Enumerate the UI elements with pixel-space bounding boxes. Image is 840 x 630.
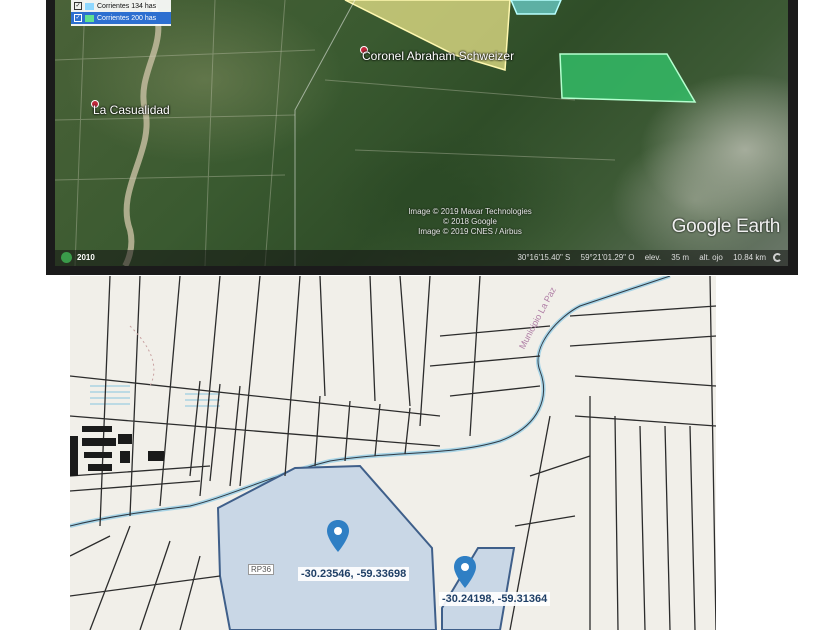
- eye-alt-readout: 10.84 km: [733, 253, 766, 262]
- latitude-readout: 30°16'15.40" S: [517, 253, 571, 262]
- urban-blocks: [70, 426, 164, 476]
- historical-imagery-icon[interactable]: [61, 252, 72, 263]
- place-label-casualidad[interactable]: La Casualidad: [93, 103, 170, 117]
- imagery-credits: Image © 2019 Maxar Technologies © 2018 G…: [395, 207, 545, 237]
- path-line: [294, 0, 356, 266]
- swatch-icon: [85, 14, 94, 22]
- parcel-green: [559, 53, 697, 103]
- marker-coordinates: -30.23546, -59.33698: [298, 567, 410, 581]
- marker-coordinates: -30.24198, -59.31364: [439, 592, 551, 606]
- trail-path: [129, 325, 155, 387]
- layer-legend[interactable]: ✓ Corrientes 134 has ✓ Corrientes 200 ha…: [71, 0, 171, 26]
- legend-label: Corrientes 200 has: [97, 14, 157, 22]
- map-pin-icon[interactable]: [454, 556, 476, 588]
- elevation-readout: 35 m: [671, 253, 690, 262]
- eye-alt-label: alt. ojo: [699, 253, 723, 262]
- satellite-view[interactable]: ✓ Corrientes 134 has ✓ Corrientes 200 ha…: [55, 0, 788, 266]
- streaming-status-icon: [773, 253, 782, 262]
- longitude-readout: 59°21'01.29" O: [580, 253, 635, 262]
- imagery-year: 2010: [77, 253, 95, 262]
- credit-line: © 2018 Google: [443, 217, 497, 226]
- google-earth-logo: Google Earth: [671, 216, 781, 237]
- legend-label: Corrientes 134 has: [97, 2, 157, 10]
- checkbox-icon[interactable]: ✓: [74, 2, 82, 10]
- road-tag: RP36: [248, 564, 275, 575]
- elevation-label: elev.: [644, 253, 662, 262]
- credit-line: Image © 2019 Maxar Technologies: [408, 207, 532, 216]
- cursor-coordinates: 30°16'15.40" S 59°21'01.29" O elev. 35 m…: [509, 253, 766, 262]
- river-path: [122, 0, 162, 266]
- checkbox-icon[interactable]: ✓: [74, 14, 82, 22]
- legend-item-134[interactable]: ✓ Corrientes 134 has: [71, 0, 171, 12]
- swatch-icon: [85, 2, 94, 10]
- legend-item-200[interactable]: ✓ Corrientes 200 has: [71, 12, 171, 24]
- cadastral-map[interactable]: Municipio La Paz RP36 -30.23546, -59.336…: [70, 276, 716, 630]
- map-pin-icon[interactable]: [327, 520, 349, 552]
- status-bar: 2010 30°16'15.40" S 59°21'01.29" O elev.…: [55, 250, 788, 266]
- parcel-cyan: [510, 0, 562, 15]
- water-hatch: [90, 385, 220, 407]
- highlight-parcel-b: [441, 547, 516, 630]
- credit-line: Image © 2019 CNES / Airbus: [418, 227, 522, 236]
- place-label-coronel[interactable]: Coronel Abraham Schweizer: [362, 49, 514, 63]
